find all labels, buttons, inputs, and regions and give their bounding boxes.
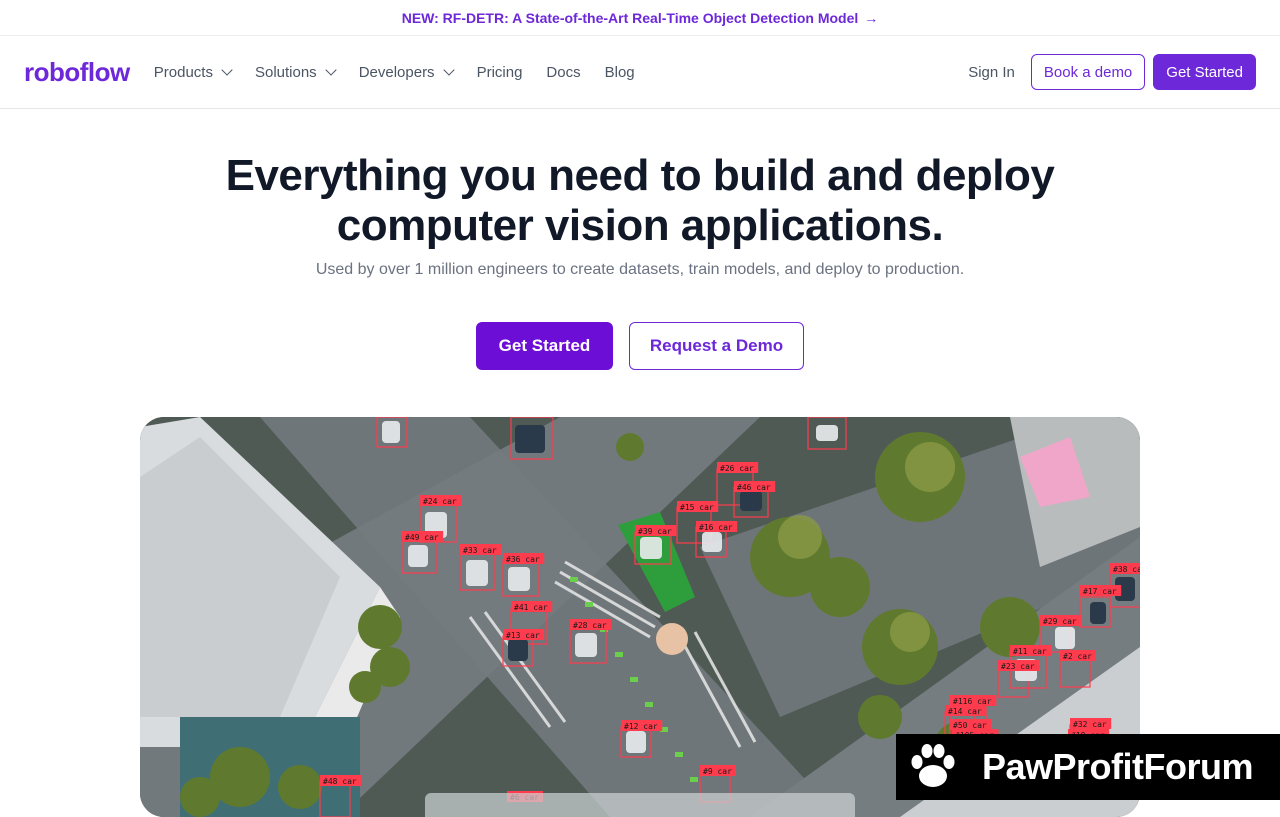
detection-label: #24 car	[420, 495, 462, 506]
svg-text:#29 car: #29 car	[1043, 617, 1077, 626]
hero-title-line1: Everything you need to build and deploy	[225, 151, 1055, 200]
svg-text:#49 car: #49 car	[405, 533, 439, 542]
svg-text:#23 car: #23 car	[1001, 662, 1035, 671]
svg-text:#9 car: #9 car	[703, 767, 732, 776]
detection-label: #17 car	[1080, 585, 1122, 596]
nav-item-pricing[interactable]: Pricing	[477, 64, 523, 81]
detection-label: #12 car	[621, 720, 663, 731]
hero-cta-group: Get Started Request a Demo	[0, 322, 1280, 370]
svg-text:#17 car: #17 car	[1083, 587, 1117, 596]
svg-text:#12 car: #12 car	[624, 722, 658, 731]
detection-label: #14 car	[945, 705, 987, 716]
svg-text:#36 car: #36 car	[506, 555, 540, 564]
svg-text:#16 car: #16 car	[699, 523, 733, 532]
nav-menu: Products Solutions Developers Pricing Do…	[154, 64, 659, 81]
sign-in-link[interactable]: Sign In	[968, 64, 1015, 81]
detection-label: #11 car	[1010, 645, 1052, 656]
nav-item-label: Solutions	[254, 63, 317, 81]
top-nav: roboflow Products Solutions Developers P…	[0, 36, 1280, 109]
detection-label: #32 car	[1070, 718, 1112, 729]
detection-label: #49 car	[402, 531, 444, 542]
nav-item-products[interactable]: Products	[153, 63, 233, 81]
svg-text:#50 car: #50 car	[953, 721, 987, 730]
detection-label: #36 car	[503, 553, 545, 564]
svg-text:#39 car: #39 car	[638, 527, 672, 536]
detection-label: #41 car	[511, 601, 553, 612]
svg-text:#11 car: #11 car	[1013, 647, 1047, 656]
nav-item-developers[interactable]: Developers	[358, 63, 455, 81]
detection-label: #9 car	[700, 765, 736, 776]
get-started-button[interactable]: Get Started	[1153, 54, 1256, 90]
chevron-down-icon	[442, 64, 455, 76]
svg-text:#46 car: #46 car	[737, 483, 771, 492]
detection-label: #15 car	[677, 501, 719, 512]
chevron-down-icon	[221, 64, 233, 76]
svg-text:#33 car: #33 car	[463, 546, 497, 555]
hero-title: Everything you need to build and deploy …	[0, 151, 1280, 251]
detection-label: #48 car	[320, 775, 362, 786]
svg-text:#15 car: #15 car	[680, 503, 714, 512]
nav-item-label: Blog	[604, 63, 635, 81]
book-demo-button[interactable]: Book a demo	[1030, 54, 1146, 90]
nav-item-blog[interactable]: Blog	[605, 64, 635, 81]
svg-text:#32 car: #32 car	[1073, 720, 1107, 729]
chevron-down-icon	[325, 64, 337, 76]
nav-item-label: Docs	[546, 63, 581, 81]
watermark-banner: PawProfitForum	[896, 734, 1280, 800]
detection-label: #26 car	[717, 462, 759, 473]
arrow-right-icon: →	[864, 9, 879, 26]
svg-text:#2 car: #2 car	[1063, 652, 1092, 661]
hero-section: Everything you need to build and deploy …	[0, 109, 1280, 370]
svg-text:#41 car: #41 car	[514, 603, 548, 612]
watermark-text: PawProfitForum	[982, 746, 1254, 787]
nav-item-label: Pricing	[476, 63, 523, 81]
svg-text:#14 car: #14 car	[948, 707, 982, 716]
hero-subtitle: Used by over 1 million engineers to crea…	[315, 261, 965, 278]
banner-text[interactable]: NEW: RF-DETR: A State-of-the-Art Real-Ti…	[402, 10, 859, 26]
detection-label: #38 car	[1110, 563, 1140, 574]
svg-text:#24 car: #24 car	[423, 497, 457, 506]
nav-item-docs[interactable]: Docs	[546, 64, 580, 81]
hero-get-started-button[interactable]: Get Started	[476, 322, 613, 370]
roboflow-logo[interactable]: roboflow	[24, 57, 130, 88]
detection-label: #2 car	[1060, 650, 1096, 661]
detection-label: #16 car	[696, 521, 738, 532]
announcement-banner[interactable]: NEW: RF-DETR: A State-of-the-Art Real-Ti…	[0, 0, 1280, 36]
detection-label: #29 car	[1040, 615, 1082, 626]
svg-text:#38 car: #38 car	[1113, 565, 1140, 574]
svg-text:#13 car: #13 car	[506, 631, 540, 640]
detection-label: #116 car	[950, 695, 997, 706]
svg-text:#48 car: #48 car	[323, 777, 357, 786]
svg-text:#28 car: #28 car	[573, 621, 607, 630]
svg-text:#26 car: #26 car	[720, 464, 754, 473]
detection-label: #13 car	[503, 629, 545, 640]
detection-label: #23 car	[998, 660, 1040, 671]
detection-label: #46 car	[734, 481, 776, 492]
nav-item-label: Developers	[358, 63, 435, 81]
detection-label: #33 car	[460, 544, 502, 555]
nav-item-label: Products	[153, 63, 213, 81]
detection-label: #28 car	[570, 619, 612, 630]
request-demo-button[interactable]: Request a Demo	[629, 322, 804, 370]
nav-actions: Sign In Book a demo Get Started	[968, 54, 1256, 90]
detection-label: #50 car	[950, 719, 992, 730]
nav-item-solutions[interactable]: Solutions	[254, 63, 337, 81]
detection-label: #39 car	[635, 525, 677, 536]
paw-icon	[911, 744, 955, 787]
hero-title-line2: computer vision applications.	[336, 201, 944, 250]
svg-text:#116 car: #116 car	[953, 697, 992, 706]
